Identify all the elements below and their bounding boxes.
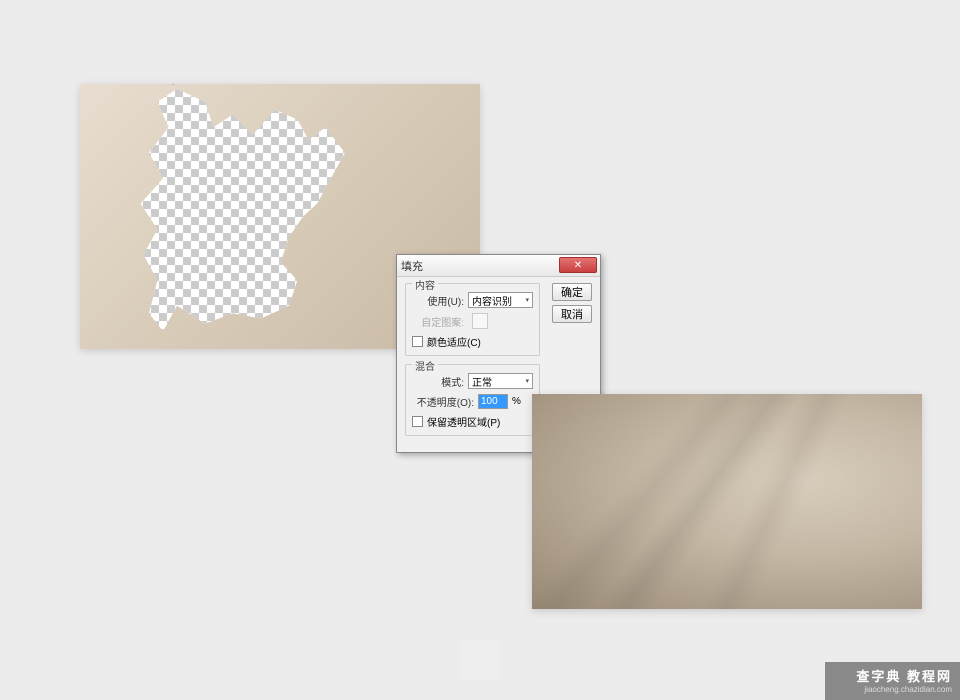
cancel-button[interactable]: 取消 <box>552 305 592 323</box>
chevron-down-icon: ▾ <box>525 377 529 385</box>
use-label: 使用(U): <box>412 293 464 308</box>
chevron-down-icon: ▾ <box>525 296 529 304</box>
site-watermark: 查字典 教程网 jiaocheng.chazidian.com <box>825 662 960 700</box>
preserve-checkbox[interactable] <box>412 416 423 427</box>
blend-group: 混合 模式: 正常 ▾ 不透明度(O): % 保留透明区域(P) <box>405 364 540 436</box>
pattern-row: 自定图案: <box>412 313 533 329</box>
result-canvas <box>532 394 922 609</box>
result-texture <box>532 394 922 609</box>
close-button[interactable]: ✕ <box>559 257 597 273</box>
dialog-titlebar[interactable]: 填充 ✕ <box>397 255 600 277</box>
opacity-row: 不透明度(O): % <box>412 394 533 409</box>
close-icon: ✕ <box>574 260 582 271</box>
opacity-label: 不透明度(O): <box>412 394 474 409</box>
mode-label: 模式: <box>412 374 464 389</box>
opacity-unit: % <box>512 396 521 407</box>
pattern-label: 自定图案: <box>412 314 464 329</box>
blend-group-title: 混合 <box>412 358 438 373</box>
color-adapt-row: 颜色适应(C) <box>412 334 533 349</box>
content-group: 内容 使用(U): 内容识别 ▾ 自定图案: 颜色适应(C) <box>405 283 540 356</box>
preserve-label: 保留透明区域(P) <box>427 414 500 429</box>
pattern-swatch <box>472 313 488 329</box>
mode-row: 模式: 正常 ▾ <box>412 373 533 389</box>
watermark-url: jiaocheng.chazidian.com <box>833 685 952 694</box>
use-value: 内容识别 <box>472 293 512 308</box>
mode-dropdown[interactable]: 正常 ▾ <box>468 373 533 389</box>
marching-ants-selection <box>130 84 420 344</box>
watermark-title: 查字典 教程网 <box>833 666 952 685</box>
mode-value: 正常 <box>472 374 492 389</box>
use-dropdown[interactable]: 内容识别 ▾ <box>468 292 533 308</box>
content-group-title: 内容 <box>412 277 438 292</box>
dialog-title: 填充 <box>401 258 423 274</box>
color-adapt-checkbox[interactable] <box>412 336 423 347</box>
preserve-row: 保留透明区域(P) <box>412 414 533 429</box>
use-row: 使用(U): 内容识别 ▾ <box>412 292 533 308</box>
dialog-action-buttons: 确定 取消 <box>552 283 592 323</box>
ok-button[interactable]: 确定 <box>552 283 592 301</box>
color-adapt-label: 颜色适应(C) <box>427 334 481 349</box>
opacity-input[interactable] <box>478 394 508 409</box>
background-logo-watermark <box>460 640 500 680</box>
